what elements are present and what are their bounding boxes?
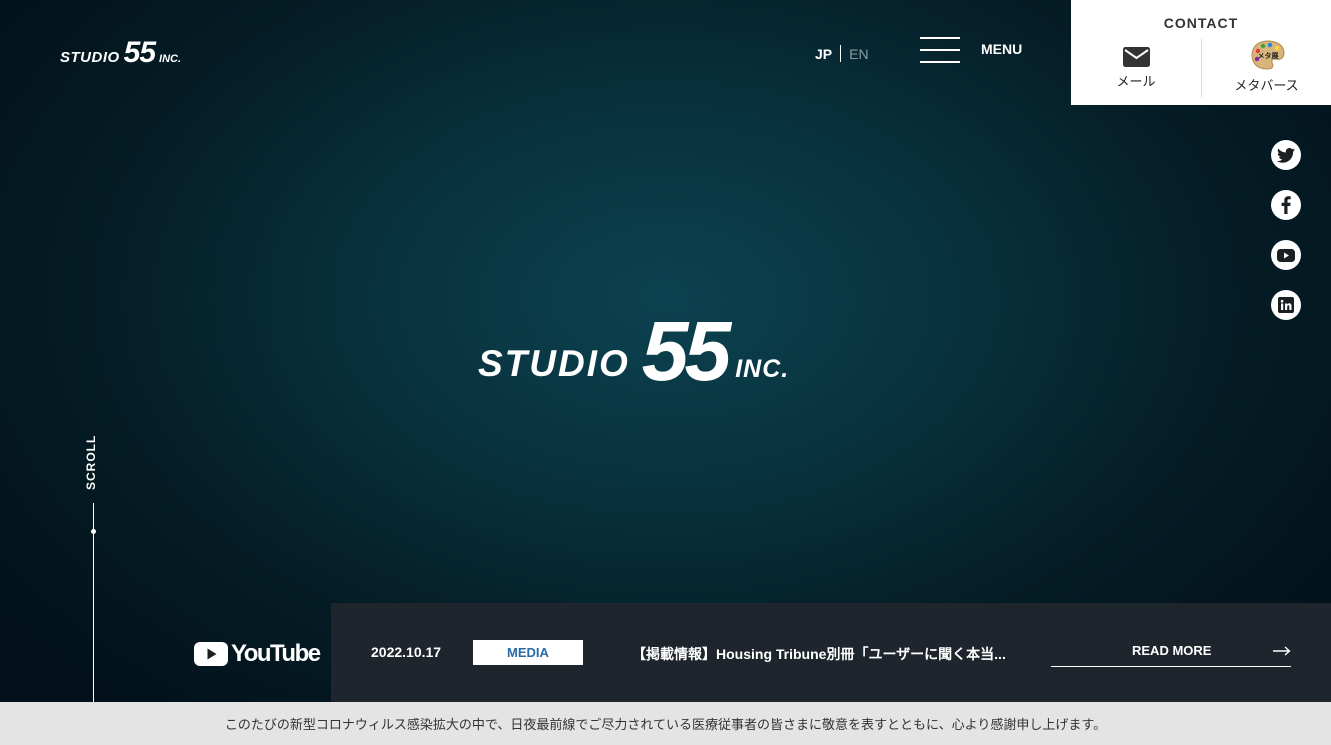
header-logo[interactable]: STUDIO 55 INC. [60, 36, 181, 70]
contact-title: CONTACT [1163, 15, 1239, 31]
hero-logo-word-studio: STUDIO [478, 343, 630, 384]
news-category-badge[interactable]: MEDIA [473, 640, 583, 665]
lang-divider [840, 45, 842, 62]
contact-metaverse-label: メタバース [1234, 78, 1299, 93]
arrow-right-icon [1273, 646, 1291, 656]
twitter-icon [1277, 147, 1295, 163]
twitter-link[interactable] [1271, 140, 1301, 170]
contact-metaverse-button[interactable]: メタ展 メタバース [1201, 39, 1331, 97]
contact-mail-label: メール [1116, 74, 1156, 89]
hero-logo: STUDIO 55 INC. [478, 304, 858, 399]
logo-word-inc: INC. [159, 53, 182, 65]
lang-en-link[interactable]: EN [849, 46, 868, 62]
metaverse-badge-text: メタ展 [1257, 51, 1279, 60]
lang-jp-link[interactable]: JP [815, 46, 832, 62]
language-switcher: JP EN [815, 45, 869, 62]
social-links [1271, 140, 1301, 340]
youtube-logo-icon [194, 642, 228, 666]
news-date: 2022.10.17 [371, 644, 442, 660]
contact-panel: CONTACT メール メタ展 メタバース [1071, 0, 1331, 105]
youtube-logo-text: YouTube [231, 640, 321, 667]
facebook-link[interactable] [1271, 190, 1301, 220]
linkedin-icon [1278, 297, 1294, 313]
youtube-icon [1277, 248, 1295, 262]
news-title-link[interactable]: 【掲載情報】Housing Tribune別冊「ユーザーに聞く本当... [632, 644, 1012, 664]
covid-notice-bar: このたびの新型コロナウィルス感染拡大の中で、日夜最前線でご尽力されている医療従事… [0, 702, 1331, 745]
youtube-link[interactable] [1271, 240, 1301, 270]
facebook-icon [1281, 196, 1291, 214]
linkedin-link[interactable] [1271, 290, 1301, 320]
menu-button[interactable]: MENU [920, 37, 1022, 63]
news-ticker: 2022.10.17 MEDIA 【掲載情報】Housing Tribune別冊… [331, 603, 1331, 702]
palette-icon: メタ展 [1250, 40, 1285, 70]
covid-notice-text: このたびの新型コロナウィルス感染拡大の中で、日夜最前線でご尽力されている医療従事… [224, 717, 1107, 732]
scroll-indicator-dot [91, 529, 96, 534]
logo-word-55: 55 [123, 36, 156, 69]
scroll-label: SCROLL [84, 434, 98, 490]
read-more-link[interactable]: READ MORE [1051, 639, 1291, 667]
read-more-label: READ MORE [1132, 643, 1212, 658]
logo-word-studio: STUDIO [60, 49, 120, 66]
youtube-channel-link[interactable]: YouTube [194, 640, 321, 668]
hero-logo-word-55: 55 [641, 304, 731, 399]
menu-label: MENU [981, 41, 1023, 57]
hamburger-icon [920, 37, 960, 63]
contact-mail-button[interactable]: メール [1071, 39, 1201, 97]
hero-logo-word-inc: INC. [735, 355, 790, 383]
mail-icon [1122, 47, 1150, 67]
